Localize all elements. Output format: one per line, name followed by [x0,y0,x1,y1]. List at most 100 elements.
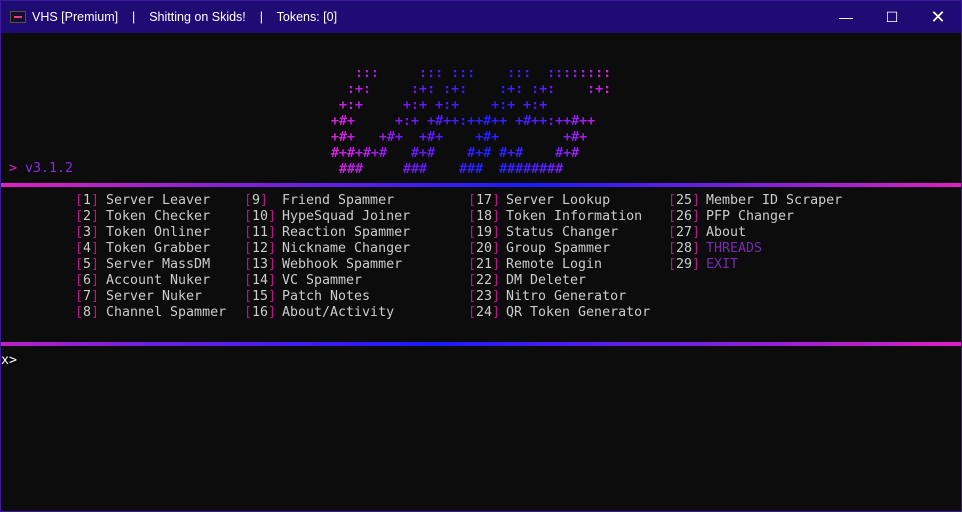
menu-item-number: 26 [676,209,693,224]
bracket-close: ] [268,225,277,240]
menu-item-number: 12 [252,241,269,256]
bracket-open: [ [468,241,477,256]
title-app: VHS [Premium] [32,10,119,24]
menu-item-about-activity[interactable]: [16] About/Activity [244,305,394,321]
menu-item-account-nuker[interactable]: [6] Account Nuker [75,273,210,289]
bracket-close: ] [91,225,100,240]
title-tagline: Shitting on Skids! [149,10,246,24]
bracket-close: ] [492,225,501,240]
menu-item-label: Patch Notes [282,289,371,304]
command-prompt[interactable]: x> [1,353,17,369]
menu-item-token-grabber[interactable]: [4] Token Grabber [75,241,210,257]
menu-item-number: 15 [252,289,269,304]
bracket-close: ] [260,193,269,208]
menu-item-patch-notes[interactable]: [15] Patch Notes [244,289,370,305]
menu-item-server-lookup[interactable]: [17] Server Lookup [468,193,610,209]
bracket-close: ] [692,225,701,240]
menu-item-number: 19 [476,225,493,240]
bracket-open: [ [244,273,253,288]
bracket-close: ] [692,209,701,224]
menu-item-server-nuker[interactable]: [7] Server Nuker [75,289,202,305]
menu-item-status-changer[interactable]: [19] Status Changer [468,225,618,241]
menu-item-group-spammer[interactable]: [20] Group Spammer [468,241,610,257]
menu-item-member-id-scraper[interactable]: [25] Member ID Scraper [668,193,842,209]
menu-column: [25] Member ID Scraper[26] PFP Changer[27]… [668,193,842,273]
title-sep: | [132,10,136,24]
menu-item-token-onliner[interactable]: [3] Token Onliner [75,225,210,241]
menu-item-number: 28 [676,241,693,256]
bracket-open: [ [468,289,477,304]
bracket-close: ] [268,209,277,224]
menu-item-about[interactable]: [27] About [668,225,746,241]
menu-item-vc-spammer[interactable]: [14] VC Spammer [244,273,362,289]
bracket-close: ] [492,241,501,256]
menu-item-label: THREADS [706,241,763,256]
ascii-logo-line: +#+ +#+ +#+ +#+ +#+ [331,130,588,145]
menu-item-reaction-spammer[interactable]: [11] Reaction Spammer [244,225,410,241]
menu-item-number: 2 [83,209,92,224]
bracket-open: [ [468,193,477,208]
menu-item-friend-spammer[interactable]: [9] Friend Spammer [244,193,394,209]
menu-item-qr-token-generator[interactable]: [24] QR Token Generator [468,305,650,321]
menu-item-number: 20 [476,241,493,256]
menu-item-exit[interactable]: [29] EXIT [668,257,738,273]
bracket-open: [ [75,193,84,208]
bracket-open: [ [668,241,677,256]
divider-top [1,183,961,187]
bracket-open: [ [75,225,84,240]
menu-column: [1] Server Leaver [2] Token Checker [3] Token… [75,193,226,321]
menu-item-number: 21 [476,257,493,272]
maximize-button[interactable]: ☐ [869,1,915,33]
bracket-close: ] [268,241,277,256]
ascii-logo-line: ::: ::: ::: ::: :::::::: [331,66,612,81]
bracket-open: [ [244,305,253,320]
ascii-logo-line: :+: :+: :+: :+: :+: :+: [331,82,612,97]
bracket-open: [ [75,241,84,256]
ascii-logo-line: +:+ +:+ +:+ +:+ +:+ [331,98,548,113]
bracket-close: ] [91,257,100,272]
bracket-close: ] [268,273,277,288]
menu-item-server-massdm[interactable]: [5] Server MassDM [75,257,210,273]
menu-item-token-information[interactable]: [18] Token Information [468,209,642,225]
menu-item-threads[interactable]: [28] THREADS [668,241,762,257]
bracket-close: ] [492,257,501,272]
menu-item-nitro-generator[interactable]: [23] Nitro Generator [468,289,626,305]
version-line: > v3.1.2 [9,161,73,177]
menu-item-number: 9 [252,193,261,208]
menu-item-label: DM Deleter [506,273,587,288]
menu-item-number: 11 [252,225,269,240]
menu-item-webhook-spammer[interactable]: [13] Webhook Spammer [244,257,402,273]
menu-item-label: Channel Spammer [106,305,227,320]
bracket-close: ] [91,241,100,256]
menu-item-label: Server Lookup [506,193,611,208]
menu-item-nickname-changer[interactable]: [12] Nickname Changer [244,241,410,257]
menu-item-label: About/Activity [282,305,395,320]
bracket-close: ] [692,241,701,256]
close-button[interactable]: ✕ [915,1,961,33]
menu-item-number: 13 [252,257,269,272]
bracket-close: ] [492,193,501,208]
menu-item-hypesquad-joiner[interactable]: [10] HypeSquad Joiner [244,209,410,225]
terminal[interactable]: ::: ::: ::: ::: :::::::: :+: :+: :+: :+:… [1,33,961,511]
version-label: v3.1.2 [25,161,74,176]
bracket-close: ] [268,257,277,272]
bracket-open: [ [468,257,477,272]
menu-item-label: Webhook Spammer [282,257,403,272]
menu-item-number: 10 [252,209,269,224]
bracket-open: [ [668,257,677,272]
menu-item-label: Nitro Generator [506,289,627,304]
bracket-open: [ [468,209,477,224]
menu-item-remote-login[interactable]: [21] Remote Login [468,257,602,273]
menu-item-label: About [706,225,747,240]
menu-item-pfp-changer[interactable]: [26] PFP Changer [668,209,794,225]
menu-item-dm-deleter[interactable]: [22] DM Deleter [468,273,586,289]
minimize-button[interactable]: — [823,1,869,33]
ascii-logo-line: +#+ +:+ +#++:++#++ +#++:++#++ [331,114,596,129]
menu-item-channel-spammer[interactable]: [8] Channel Spammer [75,305,226,321]
menu-item-server-leaver[interactable]: [1] Server Leaver [75,193,210,209]
menu-item-number: 22 [476,273,493,288]
menu-item-label: Account Nuker [106,273,211,288]
window-title: VHS [Premium] | Shitting on Skids! | Tok… [32,10,337,24]
menu-item-token-checker[interactable]: [2] Token Checker [75,209,210,225]
menu-column: [9] Friend Spammer[10] HypeSquad Joiner[11… [244,193,410,321]
